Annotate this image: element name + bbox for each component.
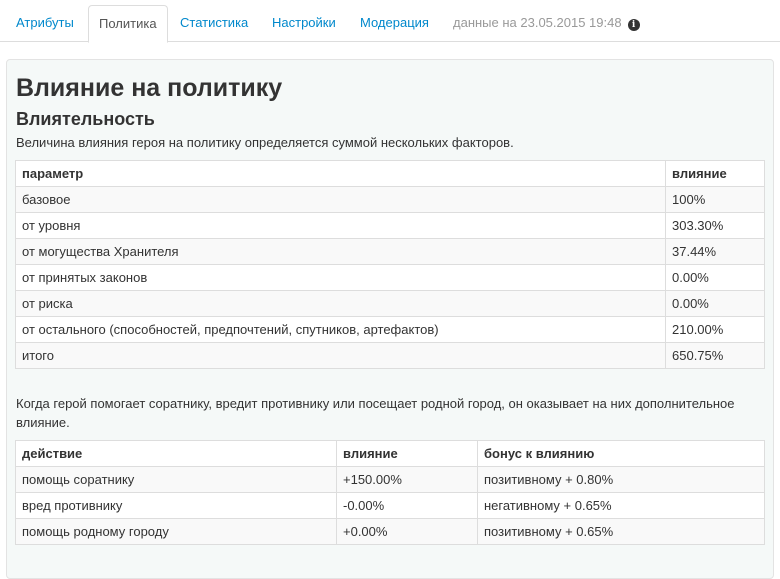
factor-value: 303.30%	[665, 212, 765, 239]
section-title: Влиятельность	[16, 109, 155, 129]
table-header-row: действие влияние бонус к влиянию	[15, 440, 765, 467]
factor-name: базовое	[15, 186, 666, 213]
column-header-influence: влияние	[665, 160, 765, 187]
action-name: вред противнику	[15, 492, 337, 519]
factor-name: от остального (способностей, предпочтени…	[15, 316, 666, 343]
action-influence: +150.00%	[336, 466, 478, 493]
action-bonus: негативному + 0.65%	[477, 492, 765, 519]
factor-value: 37.44%	[665, 238, 765, 265]
factor-name: от принятых законов	[15, 264, 666, 291]
table-row: помощь соратнику +150.00% позитивному + …	[15, 466, 765, 493]
factor-name: итого	[15, 342, 666, 369]
column-header-bonus: бонус к влиянию	[477, 440, 765, 467]
table-header-row: параметр влияние	[15, 160, 765, 187]
factor-name: от риска	[15, 290, 666, 317]
table-row: от уровня 303.30%	[15, 212, 765, 239]
data-date-label: данные на 23.05.2015 19:48 i	[453, 5, 640, 42]
action-influence: +0.00%	[336, 518, 478, 545]
actions-table: действие влияние бонус к влиянию помощь …	[15, 440, 765, 545]
factor-name: от уровня	[15, 212, 666, 239]
table-row: от риска 0.00%	[15, 290, 765, 317]
action-name: помощь соратнику	[15, 466, 337, 493]
factor-name: от могущества Хранителя	[15, 238, 666, 265]
action-influence: -0.00%	[336, 492, 478, 519]
table-row: от принятых законов 0.00%	[15, 264, 765, 291]
table-row: от могущества Хранителя 37.44%	[15, 238, 765, 265]
tab-politics[interactable]: Политика	[88, 5, 168, 43]
factor-value: 0.00%	[665, 290, 765, 317]
column-header-parameter: параметр	[15, 160, 666, 187]
factor-value: 650.75%	[665, 342, 765, 369]
factor-value: 210.00%	[665, 316, 765, 343]
table-row: от остального (способностей, предпочтени…	[15, 316, 765, 343]
action-name: помощь родному городу	[15, 518, 337, 545]
action-bonus: позитивному + 0.80%	[477, 466, 765, 493]
tab-settings[interactable]: Настройки	[262, 5, 346, 42]
info-icon[interactable]: i	[627, 19, 640, 31]
factor-value: 0.00%	[665, 264, 765, 291]
table-row: вред противнику -0.00% негативному + 0.6…	[15, 492, 765, 519]
column-header-influence: влияние	[336, 440, 478, 467]
table-row: помощь родному городу +0.00% позитивному…	[15, 518, 765, 545]
factor-value: 100%	[665, 186, 765, 213]
page-title: Влияние на политику	[16, 74, 283, 102]
action-bonus: позитивному + 0.65%	[477, 518, 765, 545]
influence-factors-table: параметр влияние базовое 100% от уровня …	[15, 160, 765, 369]
table-row-total: итого 650.75%	[15, 342, 765, 369]
section-description: Величина влияния героя на политику опред…	[16, 135, 514, 150]
tab-bar: Атрибуты Политика Статистика Настройки М…	[0, 0, 780, 43]
table-row: базовое 100%	[15, 186, 765, 213]
actions-description: Когда герой помогает соратнику, вредит п…	[16, 396, 735, 430]
tab-statistics[interactable]: Статистика	[170, 5, 258, 42]
tab-moderation[interactable]: Модерация	[350, 5, 439, 42]
column-header-action: действие	[15, 440, 337, 467]
data-date-text: данные на 23.05.2015 19:48	[453, 15, 622, 30]
tab-attributes[interactable]: Атрибуты	[6, 5, 84, 42]
